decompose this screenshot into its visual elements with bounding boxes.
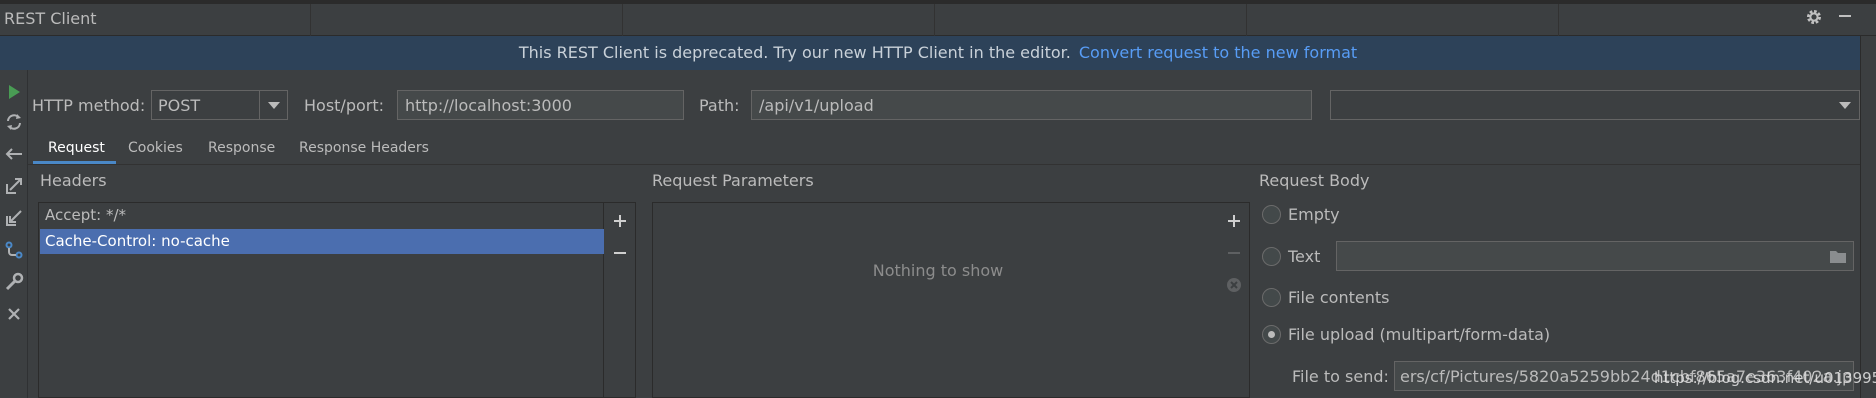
radio-button-selected[interactable] (1262, 325, 1281, 344)
tool-window-titlebar: REST Client (0, 0, 1876, 36)
http-method-label: HTTP method: (32, 96, 146, 115)
chevron-down-icon[interactable] (1831, 91, 1859, 119)
clear-parameters-icon[interactable] (1222, 273, 1246, 297)
radio-label: File contents (1288, 288, 1390, 307)
titlebar-divider (310, 4, 311, 36)
wrench-icon[interactable] (2, 270, 26, 294)
right-scroll-strip (1860, 36, 1876, 398)
headers-title: Headers (40, 171, 107, 190)
radio-label: Text (1288, 247, 1321, 266)
empty-state-text: Nothing to show (872, 261, 1004, 280)
minimize-icon[interactable] (1834, 8, 1856, 30)
http-method-value: POST (158, 96, 201, 115)
titlebar-divider (934, 4, 935, 36)
file-to-send-label: File to send: (1292, 367, 1389, 386)
radio-label: Empty (1288, 205, 1340, 224)
tab-response-headers[interactable]: Response Headers (299, 140, 429, 156)
request-history-select[interactable] (1330, 90, 1860, 120)
header-row[interactable]: Cache-Control: no-cache (40, 229, 604, 254)
watermark-text: https://blog.csdn.net/u013995 (1654, 369, 1876, 387)
deprecation-banner: This REST Client is deprecated. Try our … (0, 36, 1876, 70)
request-body-title: Request Body (1259, 171, 1370, 190)
body-text-input[interactable] (1336, 241, 1854, 271)
window-title: REST Client (4, 9, 97, 28)
titlebar-divider (1246, 4, 1247, 36)
folder-icon[interactable] (1829, 248, 1847, 264)
remove-header-button[interactable] (608, 241, 632, 265)
chevron-down-icon[interactable] (259, 91, 287, 119)
back-arrow-icon[interactable] (2, 142, 26, 166)
radio-button[interactable] (1262, 205, 1281, 224)
radio-label: File upload (multipart/form-data) (1288, 325, 1551, 344)
remove-parameter-button[interactable] (1222, 241, 1246, 265)
export-icon[interactable] (2, 174, 26, 198)
banner-message: This REST Client is deprecated. Try our … (518, 43, 1071, 62)
gear-icon[interactable] (1803, 8, 1825, 30)
titlebar-divider (622, 4, 623, 36)
import-icon[interactable] (2, 206, 26, 230)
http-method-select[interactable]: POST (151, 90, 288, 120)
close-icon[interactable] (2, 302, 26, 326)
path-label: Path: (699, 96, 740, 115)
request-parameters-list: Nothing to show (652, 202, 1222, 398)
radio-button[interactable] (1262, 288, 1281, 307)
tab-request[interactable]: Request (48, 140, 105, 156)
run-icon[interactable] (2, 80, 26, 104)
header-row[interactable]: Accept: */* (40, 203, 604, 228)
editor-edge-strip (0, 0, 1876, 4)
request-parameters-title: Request Parameters (652, 171, 814, 190)
left-toolbar (0, 70, 28, 398)
request-tabs: Request Cookies Response Response Header… (28, 132, 1860, 165)
path-input[interactable] (751, 90, 1312, 120)
headers-actions (604, 202, 636, 398)
add-parameter-button[interactable] (1222, 209, 1246, 233)
active-tab-indicator (33, 161, 116, 164)
headers-list: Accept: */* Cache-Control: no-cache (38, 202, 604, 398)
refresh-icon[interactable] (2, 110, 26, 134)
generate-request-icon[interactable] (2, 238, 26, 262)
radio-button[interactable] (1262, 247, 1281, 266)
host-port-input[interactable] (397, 90, 684, 120)
tab-cookies[interactable]: Cookies (128, 140, 183, 156)
add-header-button[interactable] (608, 209, 632, 233)
titlebar-divider (1558, 4, 1559, 36)
parameters-actions (1218, 202, 1250, 398)
host-port-label: Host/port: (304, 96, 385, 115)
convert-request-link[interactable]: Convert request to the new format (1079, 43, 1357, 62)
tab-response[interactable]: Response (208, 140, 275, 156)
